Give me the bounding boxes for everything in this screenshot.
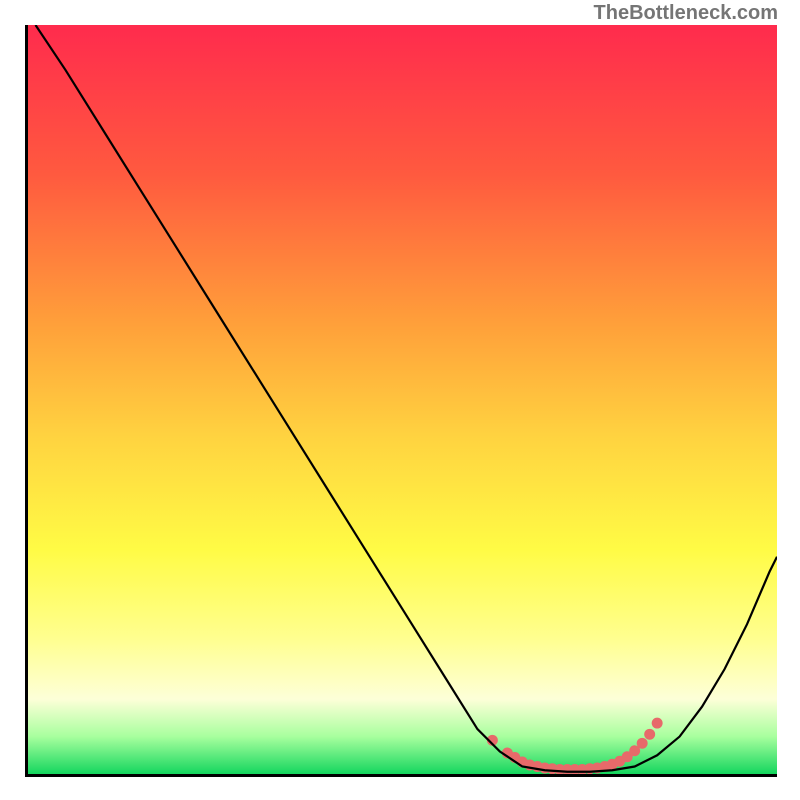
chart-container: TheBottleneck.com [0,0,800,800]
curve-layer [28,25,777,774]
watermark-text: TheBottleneck.com [594,2,778,25]
bottleneck-curve [35,25,777,772]
plot-area [25,25,777,777]
